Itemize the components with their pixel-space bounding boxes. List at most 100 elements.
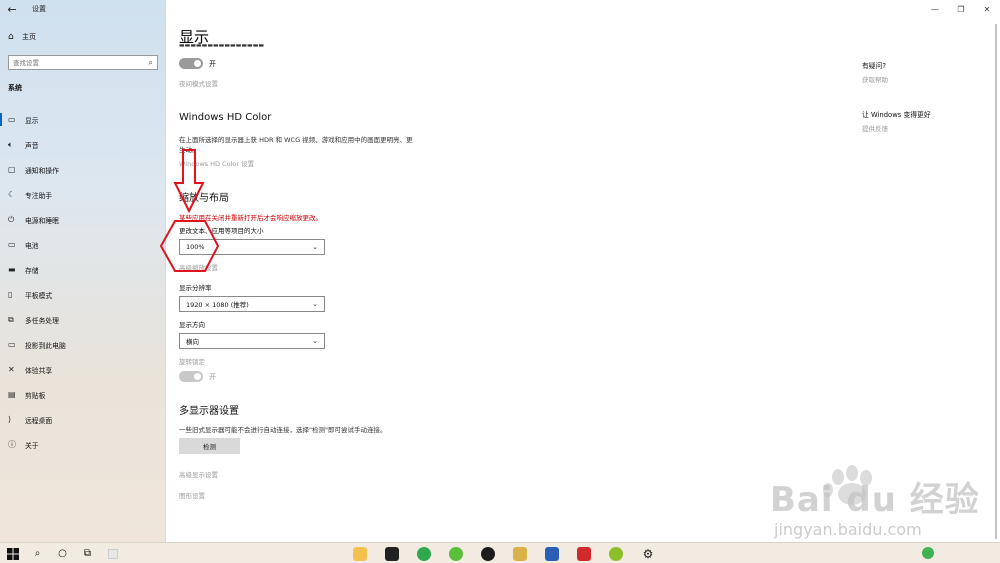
watermark-url: jingyan.baidu.com [774, 520, 922, 539]
storage-icon: ▬ [8, 265, 16, 274]
help-question-title: 有疑问? [862, 62, 886, 70]
sidebar-item-remote-desktop[interactable]: ⟩ 远程桌面 [0, 407, 166, 432]
sidebar-item-label: 剪贴板 [25, 391, 46, 400]
display-settings-page: 显示 ▬▬▬▬▬▬▬▬▬▬▬▬▬▬▬ 开 夜间模式设置 Windows HD C… [179, 0, 839, 542]
sidebar-item-focus-assist[interactable]: ☾ 专注助手 [0, 182, 166, 207]
sidebar-item-about[interactable]: ⓘ 关于 [0, 432, 166, 457]
search-taskbar-button[interactable]: ⌕ [25, 543, 50, 563]
detect-button[interactable]: 检测 [179, 438, 240, 454]
app-yellow-button[interactable] [504, 543, 536, 563]
projection-icon: ▭ [8, 340, 16, 349]
sidebar-item-display[interactable]: ▭ 显示 [0, 107, 166, 132]
titlebar-left: ← 设置 [0, 0, 166, 18]
advanced-display-link[interactable]: 高级显示设置 [179, 469, 218, 479]
resolution-dropdown[interactable]: 1920 × 1080 (推荐) ⌄ [179, 296, 325, 312]
hd-color-description: 在上面所选择的显示器上获 HDR 和 WCG 视频、游戏和应用中的画面更明亮、更… [179, 136, 413, 154]
search-input[interactable] [13, 58, 133, 67]
folder-icon [353, 546, 367, 561]
sidebar-item-notifications[interactable]: ▢ 通知和操作 [0, 157, 166, 182]
task-view-button[interactable]: ⧉ [75, 543, 100, 563]
info-icon: ⓘ [8, 440, 16, 449]
home-icon: ⌂ [8, 32, 14, 42]
orientation-label: 显示方向 [179, 321, 205, 329]
taskbar-app-button[interactable] [100, 543, 125, 563]
sidebar-nav: ▭ 显示 🔈︎ 声音 ▢ 通知和操作 ☾ 专注助手 ⏻ 电源和睡眠 ▭ 电池 ▬… [0, 107, 166, 457]
qq-button[interactable] [472, 543, 504, 563]
orientation-dropdown[interactable]: 横向 ⌄ [179, 333, 325, 349]
search-icon: ⌕ [34, 548, 41, 559]
sidebar-item-shared-experiences[interactable]: ✕ 体验共享 [0, 357, 166, 382]
sidebar-item-battery[interactable]: ▭ 电池 [0, 232, 166, 257]
back-arrow-icon: ← [7, 2, 17, 16]
store-bag-icon [385, 546, 399, 561]
start-button[interactable] [0, 543, 25, 563]
app-blue-button[interactable] [536, 543, 568, 563]
ie-button[interactable] [408, 543, 440, 563]
qq-penguin-icon [481, 546, 495, 561]
close-icon: ✕ [983, 4, 991, 14]
task-view-icon: ⧉ [83, 548, 92, 559]
cortana-button[interactable]: ○ [50, 543, 75, 563]
restore-button[interactable]: ❐ [948, 0, 974, 18]
watermark-brand: Bai du 经验 [770, 480, 980, 520]
share-icon: ✕ [8, 365, 15, 374]
app-green-button[interactable] [600, 543, 632, 563]
app-blue-icon [545, 546, 559, 561]
advanced-scaling-link[interactable]: 高级缩放设置 [179, 262, 218, 272]
speaker-icon: 🔈︎ [8, 139, 13, 149]
gear-icon: ⚙ [642, 546, 654, 561]
night-light-toggle-row: 开 [179, 58, 216, 69]
window-controls: — ❐ ✕ [922, 0, 1000, 18]
app-yellow-icon [513, 546, 527, 561]
search-icon[interactable]: ⌕ [149, 58, 153, 68]
scale-dropdown[interactable]: 100% ⌄ [179, 239, 325, 255]
settings-taskbar-button[interactable]: ⚙ [632, 543, 664, 563]
monitor-icon: ▭ [8, 115, 16, 124]
back-button[interactable]: ← [0, 0, 24, 18]
store-button[interactable] [376, 543, 408, 563]
section-label: 系统 [8, 84, 22, 92]
settings-search[interactable]: ⌕ [8, 55, 158, 70]
hd-color-settings-link[interactable]: Windows HD Color 设置 [179, 158, 254, 168]
scale-layout-heading: 缩放与布局 [179, 193, 229, 204]
home-link[interactable]: ⌂ 主页 [8, 32, 36, 42]
battery-icon: ▭ [8, 240, 16, 249]
rotation-lock-state: 开 [209, 372, 216, 381]
night-light-toggle[interactable] [179, 58, 203, 69]
sidebar-item-label: 平板模式 [25, 291, 53, 300]
wechat-button[interactable] [440, 543, 472, 563]
graphics-settings-link[interactable]: 图形设置 [179, 490, 205, 500]
get-help-link[interactable]: 获取帮助 [862, 74, 888, 84]
feedback-link[interactable]: 提供反馈 [862, 123, 888, 133]
sidebar-item-label: 体验共享 [25, 366, 53, 375]
night-light-settings-link[interactable]: 夜间模式设置 [179, 78, 218, 88]
sidebar-item-sound[interactable]: 🔈︎ 声音 [0, 132, 166, 157]
minimize-button[interactable]: — [922, 0, 948, 18]
sidebar-item-multitasking[interactable]: ⧉ 多任务处理 [0, 307, 166, 332]
sidebar-item-projecting[interactable]: ▭ 投影到此电脑 [0, 332, 166, 357]
rotation-lock-row: 开 [179, 371, 216, 382]
multi-display-description: 一些旧式显示器可能不会进行自动连接，选择"检测"即可尝试手动连接。 [179, 426, 387, 434]
notification-icon: ▢ [8, 165, 16, 174]
scale-value: 100% [186, 243, 205, 251]
tablet-icon: ▯ [8, 290, 13, 299]
sidebar-item-storage[interactable]: ▬ 存储 [0, 257, 166, 282]
sidebar-item-tablet-mode[interactable]: ▯ 平板模式 [0, 282, 166, 307]
close-button[interactable]: ✕ [974, 0, 1000, 18]
sidebar-item-label: 存储 [25, 266, 39, 275]
wechat-icon [449, 546, 463, 561]
toggle-knob [194, 60, 201, 67]
rotation-lock-toggle[interactable] [179, 371, 203, 382]
app-red-button[interactable] [568, 543, 600, 563]
tray-green-icon[interactable] [922, 547, 934, 559]
resolution-value: 1920 × 1080 (推荐) [186, 301, 249, 309]
chevron-down-icon: ⌄ [312, 300, 318, 308]
file-explorer-button[interactable] [344, 543, 376, 563]
hd-color-heading: Windows HD Color [179, 112, 272, 123]
improve-windows-title: 让 Windows 变得更好 [862, 111, 931, 119]
sidebar-item-clipboard[interactable]: ▤ 剪贴板 [0, 382, 166, 407]
sidebar-item-label: 通知和操作 [25, 166, 59, 175]
sidebar-item-power[interactable]: ⏻ 电源和睡眠 [0, 207, 166, 232]
chevron-down-icon: ⌄ [312, 337, 318, 345]
scale-warning: 某些应用在关闭并重新打开后才会响应缩放更改。 [179, 214, 322, 222]
